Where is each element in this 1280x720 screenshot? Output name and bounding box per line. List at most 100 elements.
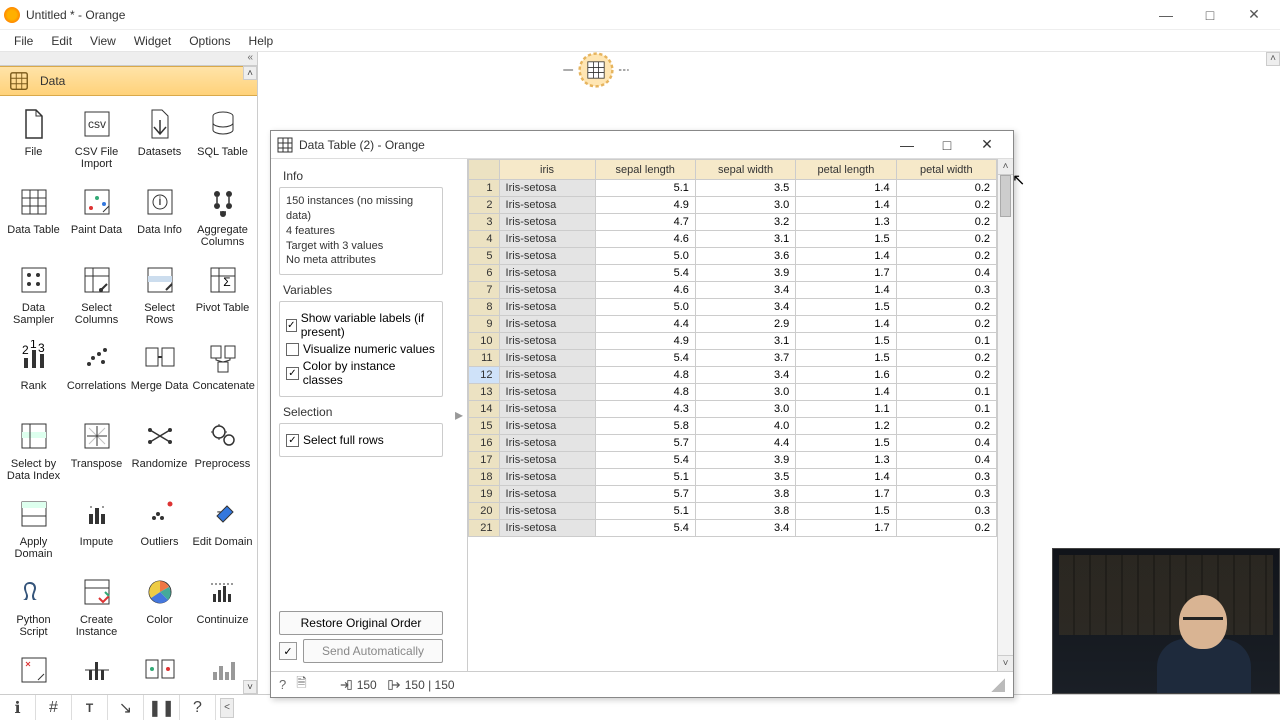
cell-value[interactable]: 0.2 [896,418,996,435]
cell-value[interactable]: 0.1 [896,401,996,418]
cell-class[interactable]: Iris-setosa [499,367,595,384]
info-tool-icon[interactable]: ℹ [0,695,36,720]
widget-partial[interactable] [128,646,191,694]
maximize-button[interactable]: □ [1188,1,1232,29]
cell-value[interactable]: 3.4 [695,520,795,537]
canvas-scroll-left[interactable]: ˂ [220,698,234,718]
cell-value[interactable]: 0.2 [896,367,996,384]
cell-value[interactable]: 4.0 [695,418,795,435]
cell-value[interactable]: 1.7 [796,486,896,503]
table-row[interactable]: 11Iris-setosa5.43.71.50.2 [469,350,997,367]
row-index[interactable]: 6 [469,265,500,282]
cell-class[interactable]: Iris-setosa [499,452,595,469]
menu-view[interactable]: View [82,32,124,50]
table-row[interactable]: 12Iris-setosa4.83.41.60.2 [469,367,997,384]
cell-value[interactable]: 4.7 [595,214,695,231]
cell-class[interactable]: Iris-setosa [499,265,595,282]
checkbox-show-labels[interactable] [286,319,297,332]
widget-apply-domain[interactable]: Apply Domain [2,490,65,568]
cell-class[interactable]: Iris-setosa [499,180,595,197]
cell-value[interactable]: 3.1 [695,231,795,248]
table-row[interactable]: 10Iris-setosa4.93.11.50.1 [469,333,997,350]
dialog-minimize-button[interactable]: — [887,133,927,157]
widget-select-columns[interactable]: Select Columns [65,256,128,334]
cell-value[interactable]: 1.7 [796,265,896,282]
table-row[interactable]: 4Iris-setosa4.63.11.50.2 [469,231,997,248]
table-row[interactable]: 14Iris-setosa4.33.01.10.1 [469,401,997,418]
cell-value[interactable]: 1.5 [796,333,896,350]
cell-value[interactable]: 0.2 [896,520,996,537]
cell-class[interactable]: Iris-setosa [499,248,595,265]
cell-value[interactable]: 1.5 [796,231,896,248]
row-index[interactable]: 15 [469,418,500,435]
cell-value[interactable]: 5.1 [595,180,695,197]
resize-grip-icon[interactable] [991,678,1005,692]
table-row[interactable]: 17Iris-setosa5.43.91.30.4 [469,452,997,469]
cell-class[interactable]: Iris-setosa [499,282,595,299]
minimize-button[interactable]: — [1144,1,1188,29]
cell-value[interactable]: 3.9 [695,265,795,282]
cell-value[interactable]: 2.9 [695,316,795,333]
cell-value[interactable]: 3.6 [695,248,795,265]
cell-value[interactable]: 1.4 [796,282,896,299]
table-row[interactable]: 18Iris-setosa5.13.51.40.3 [469,469,997,486]
table-row[interactable]: 8Iris-setosa5.03.41.50.2 [469,299,997,316]
cell-value[interactable]: 3.5 [695,180,795,197]
row-index[interactable]: 12 [469,367,500,384]
widget-edit-domain[interactable]: TEdit Domain [191,490,254,568]
col-header-4[interactable]: petal width [896,160,996,180]
widget-create-instance[interactable]: Create Instance [65,568,128,646]
menu-file[interactable]: File [6,32,41,50]
cell-class[interactable]: Iris-setosa [499,418,595,435]
cell-value[interactable]: 1.3 [796,452,896,469]
widget-continuize[interactable]: Continuize [191,568,254,646]
widget-csv-file-import[interactable]: csvCSV File Import [65,100,128,178]
widget-select-by-data-index[interactable]: Select by Data Index [2,412,65,490]
cell-value[interactable]: 3.2 [695,214,795,231]
cell-value[interactable]: 5.8 [595,418,695,435]
cell-class[interactable]: Iris-setosa [499,231,595,248]
cell-class[interactable]: Iris-setosa [499,316,595,333]
table-row[interactable]: 2Iris-setosa4.93.01.40.2 [469,197,997,214]
col-header-3[interactable]: petal length [796,160,896,180]
canvas-datatable-widget[interactable] [548,52,612,82]
report-icon[interactable]: 🗎 [296,674,306,696]
cell-value[interactable]: 0.2 [896,197,996,214]
sidebar-scroll-up[interactable]: ˄ [243,66,257,80]
cell-value[interactable]: 1.6 [796,367,896,384]
cell-value[interactable]: 5.4 [595,350,695,367]
scroll-down-icon[interactable]: ˅ [998,655,1013,671]
cell-class[interactable]: Iris-setosa [499,299,595,316]
widget-color[interactable]: Color [128,568,191,646]
widget-transpose[interactable]: Transpose [65,412,128,490]
table-row[interactable]: 20Iris-setosa5.13.81.50.3 [469,503,997,520]
row-index[interactable]: 11 [469,350,500,367]
row-index[interactable]: 21 [469,520,500,537]
widget-correlations[interactable]: Correlations [65,334,128,412]
cell-value[interactable]: 0.1 [896,384,996,401]
cell-class[interactable]: Iris-setosa [499,520,595,537]
scroll-thumb[interactable] [1000,175,1011,217]
widget-data-sampler[interactable]: Data Sampler [2,256,65,334]
cell-value[interactable]: 1.5 [796,299,896,316]
col-header-2[interactable]: sepal width [695,160,795,180]
widget-merge-data[interactable]: Merge Data [128,334,191,412]
cell-value[interactable]: 5.0 [595,299,695,316]
cell-value[interactable]: 1.5 [796,350,896,367]
widget-data-info[interactable]: iData Info [128,178,191,256]
pause-tool-icon[interactable]: ❚❚ [144,695,180,720]
cell-value[interactable]: 0.2 [896,180,996,197]
cell-value[interactable]: 4.3 [595,401,695,418]
cell-value[interactable]: 0.4 [896,435,996,452]
menu-widget[interactable]: Widget [126,32,179,50]
row-index[interactable]: 13 [469,384,500,401]
cell-value[interactable]: 3.1 [695,333,795,350]
widget-rank[interactable]: 213Rank [2,334,65,412]
cell-value[interactable]: 4.4 [695,435,795,452]
row-index[interactable]: 14 [469,401,500,418]
menu-options[interactable]: Options [181,32,238,50]
dialog-close-button[interactable]: ✕ [967,133,1007,157]
widget-partial[interactable] [65,646,128,694]
cell-value[interactable]: 3.8 [695,486,795,503]
sidebar-collapse-button[interactable]: « [0,52,257,66]
